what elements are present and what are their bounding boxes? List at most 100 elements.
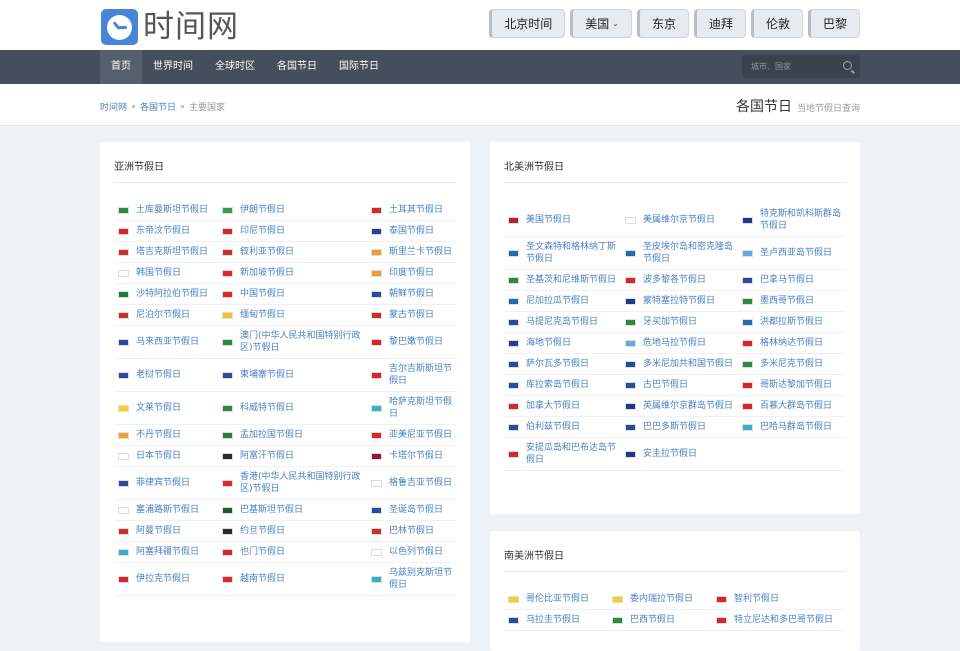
country-link[interactable]: 阿富汗节假日 (218, 446, 367, 466)
country-link[interactable]: 也门节假日 (218, 542, 367, 562)
country-link[interactable]: 乌拉圭节假日 (504, 610, 608, 630)
country-link[interactable]: 尼加拉瓜节假日 (504, 291, 621, 311)
country-link[interactable]: 安圭拉节假日 (621, 438, 738, 470)
country-link[interactable]: 沙特阿拉伯节假日 (114, 284, 218, 304)
country-link[interactable]: 格鲁吉亚节假日 (367, 467, 456, 499)
country-link[interactable]: 特克斯和凯科斯群岛节假日 (738, 204, 846, 236)
country-link[interactable]: 朝鲜节假日 (367, 284, 456, 304)
country-link[interactable]: 哈萨克斯坦节假日 (367, 392, 456, 424)
site-logo[interactable]: 时间网 (101, 9, 239, 45)
country-link[interactable]: 库拉索岛节假日 (504, 375, 621, 395)
city-button-tokyo[interactable]: 东京 (636, 9, 689, 38)
menu-item-timezones[interactable]: 全球时区 (204, 50, 266, 84)
country-link[interactable]: 土库曼斯坦节假日 (114, 200, 218, 220)
country-link[interactable]: 智利节假日 (712, 589, 846, 609)
breadcrumb-holidays[interactable]: 各国节日 (140, 100, 176, 113)
country-link[interactable]: 巴哈马群岛节假日 (738, 417, 846, 437)
country-link[interactable]: 阿塞拜疆节假日 (114, 542, 218, 562)
country-link[interactable]: 越南节假日 (218, 563, 367, 595)
city-button-paris[interactable]: 巴黎 (807, 9, 860, 38)
country-link[interactable]: 叙利亚节假日 (218, 242, 367, 262)
country-link[interactable]: 危地马拉节假日 (621, 333, 738, 353)
country-link[interactable]: 泰国节假日 (367, 221, 456, 241)
country-link[interactable]: 香港(中华人民共和国特别行政区)节假日 (218, 467, 367, 499)
country-link[interactable]: 伊朗节假日 (218, 200, 367, 220)
country-link[interactable]: 斯里兰卡节假日 (367, 242, 456, 262)
city-button-london[interactable]: 伦敦 (750, 9, 803, 38)
country-link[interactable]: 尼泊尔节假日 (114, 305, 218, 325)
country-link[interactable]: 吉尔吉斯斯坦节假日 (367, 359, 456, 391)
country-link[interactable]: 韩国节假日 (114, 263, 218, 283)
country-link[interactable]: 多米尼克节假日 (738, 354, 846, 374)
country-link[interactable]: 洪都拉斯节假日 (738, 312, 846, 332)
country-link[interactable]: 日本节假日 (114, 446, 218, 466)
country-link[interactable]: 菲律宾节假日 (114, 467, 218, 499)
country-link[interactable]: 格林纳达节假日 (738, 333, 846, 353)
country-link[interactable]: 中国节假日 (218, 284, 367, 304)
country-link[interactable]: 巴林节假日 (367, 521, 456, 541)
country-link[interactable]: 约旦节假日 (218, 521, 367, 541)
country-link[interactable]: 美国节假日 (504, 204, 621, 236)
country-link[interactable]: 阿曼节假日 (114, 521, 218, 541)
country-link[interactable]: 印尼节假日 (218, 221, 367, 241)
country-link[interactable]: 圣卢西亚岛节假日 (738, 237, 846, 269)
country-link[interactable]: 圣诞岛节假日 (367, 500, 456, 520)
country-link[interactable]: 圣皮埃尔岛和密克隆岛节假日 (621, 237, 738, 269)
country-link[interactable]: 圣基茨和尼维斯节假日 (504, 270, 621, 290)
country-link[interactable]: 巴基斯坦节假日 (218, 500, 367, 520)
country-link[interactable]: 圣文森特和格林纳丁斯节假日 (504, 237, 621, 269)
country-link[interactable]: 土耳其节假日 (367, 200, 456, 220)
country-link[interactable]: 安提瓜岛和巴布达岛节假日 (504, 438, 621, 470)
country-link[interactable]: 乌兹别克斯坦节假日 (367, 563, 456, 595)
country-link[interactable]: 黎巴嫩节假日 (367, 326, 456, 358)
menu-item-holidays[interactable]: 各国节日 (266, 50, 328, 84)
country-link[interactable]: 多米尼加共和国节假日 (621, 354, 738, 374)
country-link[interactable]: 巴拿马节假日 (738, 270, 846, 290)
menu-item-home[interactable]: 首页 (100, 50, 142, 84)
country-link[interactable]: 卡塔尔节假日 (367, 446, 456, 466)
country-link[interactable]: 海地节假日 (504, 333, 621, 353)
country-link[interactable]: 文莱节假日 (114, 392, 218, 424)
country-link[interactable]: 牙买加节假日 (621, 312, 738, 332)
country-link[interactable]: 塞浦路斯节假日 (114, 500, 218, 520)
country-link[interactable]: 委内瑞拉节假日 (608, 589, 712, 609)
menu-item-world-time[interactable]: 世界时间 (142, 50, 204, 84)
country-link[interactable]: 墨西哥节假日 (738, 291, 846, 311)
city-button-usa[interactable]: 美国 ⌄ (570, 9, 632, 38)
country-link[interactable]: 伯利兹节假日 (504, 417, 621, 437)
country-link[interactable]: 蒙古节假日 (367, 305, 456, 325)
country-link[interactable]: 塔吉克斯坦节假日 (114, 242, 218, 262)
country-link[interactable]: 美属维尔京节假日 (621, 204, 738, 236)
country-link[interactable]: 东帝汶节假日 (114, 221, 218, 241)
country-link[interactable]: 英属维尔京群岛节假日 (621, 396, 738, 416)
city-button-dubai[interactable]: 迪拜 (693, 9, 746, 38)
country-link[interactable]: 孟加拉国节假日 (218, 425, 367, 445)
country-link[interactable]: 科威特节假日 (218, 392, 367, 424)
country-link[interactable]: 百慕大群岛节假日 (738, 396, 846, 416)
country-link[interactable]: 柬埔寨节假日 (218, 359, 367, 391)
country-link[interactable]: 加拿大节假日 (504, 396, 621, 416)
country-link[interactable]: 巴西节假日 (608, 610, 712, 630)
country-link[interactable]: 缅甸节假日 (218, 305, 367, 325)
country-link[interactable]: 波多黎各节假日 (621, 270, 738, 290)
country-link[interactable]: 哥伦比亚节假日 (504, 589, 608, 609)
country-link[interactable]: 澳门(中华人民共和国特别行政区)节假日 (218, 326, 367, 358)
country-link[interactable]: 巴巴多斯节假日 (621, 417, 738, 437)
country-link[interactable]: 马来西亚节假日 (114, 326, 218, 358)
country-link[interactable]: 古巴节假日 (621, 375, 738, 395)
country-link[interactable]: 以色列节假日 (367, 542, 456, 562)
country-link[interactable]: 马提尼克岛节假日 (504, 312, 621, 332)
breadcrumb-home[interactable]: 时间网 (100, 100, 127, 113)
menu-item-intl-holidays[interactable]: 国际节日 (328, 50, 390, 84)
country-link[interactable]: 不丹节假日 (114, 425, 218, 445)
city-button-beijing[interactable]: 北京时间 (489, 9, 566, 38)
country-link[interactable]: 亚美尼亚节假日 (367, 425, 456, 445)
country-link[interactable]: 印度节假日 (367, 263, 456, 283)
country-link[interactable]: 哥斯达黎加节假日 (738, 375, 846, 395)
country-link[interactable]: 特立尼达和多巴哥节假日 (712, 610, 846, 630)
country-link[interactable]: 萨尔瓦多节假日 (504, 354, 621, 374)
country-link[interactable]: 伊拉克节假日 (114, 563, 218, 595)
country-link[interactable]: 新加坡节假日 (218, 263, 367, 283)
search-icon[interactable] (843, 61, 852, 70)
country-link[interactable]: 蒙特塞拉特节假日 (621, 291, 738, 311)
